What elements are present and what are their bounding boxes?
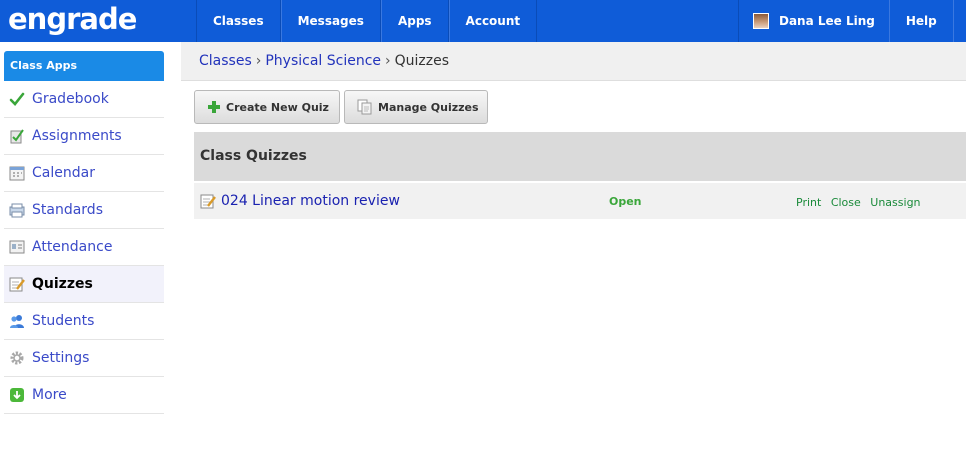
sidebar-item-label: Settings (32, 350, 90, 366)
quiz-icon (200, 193, 216, 209)
sidebar-item-more[interactable]: More (4, 377, 164, 414)
engrade-logo[interactable]: engrade (8, 2, 137, 36)
breadcrumb-physical-science[interactable]: Physical Science (265, 53, 381, 69)
table-row: 024 Linear motion review Open Print Clos… (194, 183, 966, 219)
sidebar-item-standards[interactable]: Standards (4, 192, 164, 229)
sidebar-item-label: Attendance (32, 239, 113, 255)
breadcrumb-bar: Classes › Physical Science › Quizzes (181, 42, 966, 81)
print-link[interactable]: Print (796, 196, 821, 209)
main-nav: Classes Messages Apps Account (196, 0, 538, 42)
nav-messages[interactable]: Messages (280, 0, 381, 42)
manage-quizzes-label: Manage Quizzes (378, 100, 479, 114)
sidebar-title: Class Apps (4, 51, 164, 81)
manage-quizzes-button[interactable]: Manage Quizzes (344, 90, 488, 124)
breadcrumb-separator: › (385, 53, 391, 69)
plus-icon (207, 100, 221, 114)
sidebar-item-label: Standards (32, 202, 103, 218)
user-nav: Dana Lee Ling Help L (738, 0, 966, 42)
assignments-icon (9, 128, 25, 144)
students-icon (9, 313, 25, 329)
user-name: Dana Lee Ling (779, 14, 875, 28)
gear-icon (9, 350, 25, 366)
sidebar-item-quizzes[interactable]: Quizzes (4, 266, 164, 303)
sidebar-item-assignments[interactable]: Assignments (4, 118, 164, 155)
logout-link[interactable]: L (952, 0, 966, 42)
top-navigation-bar: engrade Classes Messages Apps Account Da… (0, 0, 966, 42)
breadcrumb-classes[interactable]: Classes (199, 53, 252, 69)
quiz-actions: Print Close Unassign (796, 196, 927, 209)
breadcrumb: Classes › Physical Science › Quizzes (199, 53, 449, 69)
download-arrow-icon (9, 387, 25, 403)
create-new-quiz-label: Create New Quiz (226, 100, 329, 114)
sidebar-item-label: Students (32, 313, 95, 329)
sidebar-item-settings[interactable]: Settings (4, 340, 164, 377)
help-link[interactable]: Help (888, 0, 953, 42)
standards-icon (9, 202, 25, 218)
unassign-link[interactable]: Unassign (870, 196, 920, 209)
sidebar-item-label: Quizzes (32, 276, 93, 292)
sidebar-item-label: Calendar (32, 165, 95, 181)
sidebar-item-students[interactable]: Students (4, 303, 164, 340)
sidebar-item-label: Gradebook (32, 91, 109, 107)
close-link[interactable]: Close (831, 196, 861, 209)
documents-icon (357, 99, 373, 115)
nav-account[interactable]: Account (448, 0, 538, 42)
checkmark-icon (9, 91, 25, 107)
sidebar: Class Apps Gradebook Assignments Calenda… (4, 51, 164, 414)
quiz-title-link[interactable]: 024 Linear motion review (221, 193, 400, 209)
sidebar-item-calendar[interactable]: Calendar (4, 155, 164, 192)
quiz-status-badge: Open (609, 195, 642, 208)
sidebar-item-label: More (32, 387, 67, 403)
breadcrumb-current: Quizzes (394, 53, 450, 69)
calendar-icon (9, 165, 25, 181)
class-quizzes-header: Class Quizzes (194, 132, 966, 181)
quiz-icon (9, 276, 25, 292)
sidebar-item-label: Assignments (32, 128, 122, 144)
attendance-icon (9, 239, 25, 255)
sidebar-item-attendance[interactable]: Attendance (4, 229, 164, 266)
avatar (753, 13, 769, 29)
create-new-quiz-button[interactable]: Create New Quiz (194, 90, 340, 124)
user-menu[interactable]: Dana Lee Ling (738, 0, 889, 42)
quiz-title-cell: 024 Linear motion review (200, 193, 400, 209)
nav-apps[interactable]: Apps (380, 0, 449, 42)
sidebar-item-gradebook[interactable]: Gradebook (4, 81, 164, 118)
breadcrumb-separator: › (255, 53, 262, 69)
nav-classes[interactable]: Classes (196, 0, 281, 42)
